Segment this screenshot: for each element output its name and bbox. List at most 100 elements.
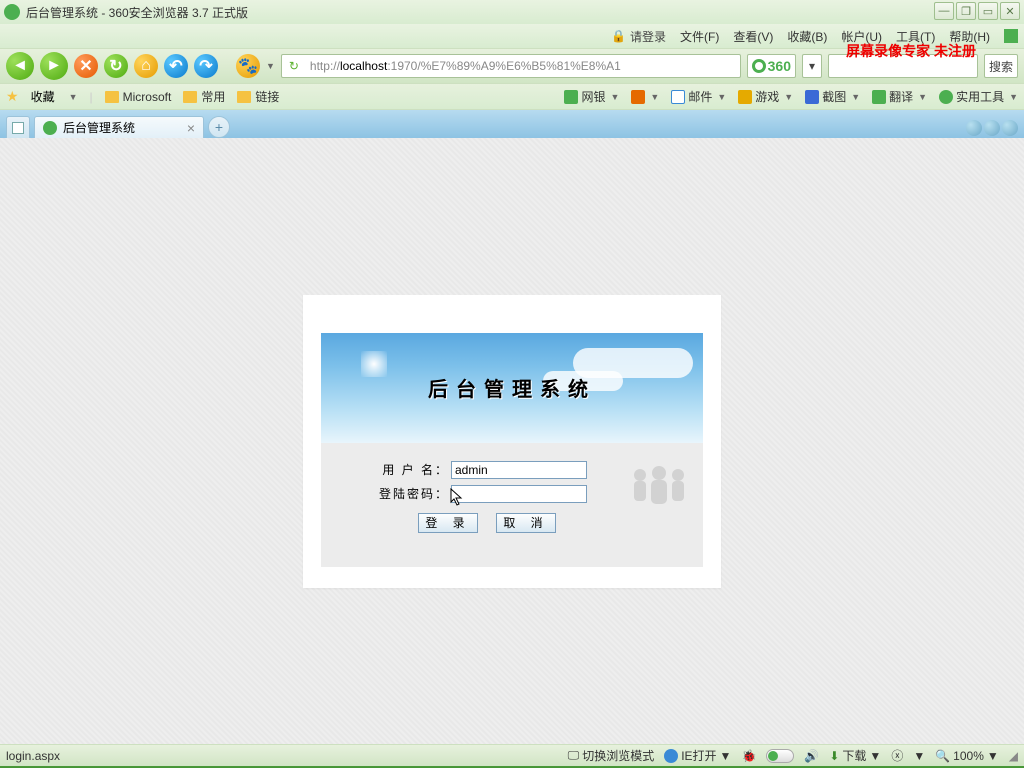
url-prefix: http://: [310, 59, 340, 73]
username-input[interactable]: [451, 461, 587, 479]
url-text[interactable]: http://localhost:1970/%E7%89%A9%E6%B5%81…: [306, 59, 740, 73]
ie-icon: [664, 749, 678, 763]
redo-button[interactable]: ↷: [194, 54, 218, 78]
page-content: 后台管理系统 用 户 名： 登陆密码： 登 录 取 消: [0, 138, 1024, 744]
resize-grip-icon[interactable]: ◢: [1009, 749, 1018, 763]
tool-mail[interactable]: 邮件▼: [671, 88, 726, 105]
home-button[interactable]: ⌂: [134, 54, 158, 78]
search-box[interactable]: [828, 54, 978, 78]
tab-prev-icon[interactable]: [966, 120, 982, 136]
tool-game[interactable]: 游戏▼: [738, 88, 793, 105]
password-input[interactable]: [451, 485, 587, 503]
tool-bank[interactable]: 网银▼: [564, 88, 619, 105]
menu-help[interactable]: 帮助(H): [949, 28, 990, 45]
tab-list-icon[interactable]: [1002, 120, 1018, 136]
window-controls: — ❐ ▭ ✕: [934, 2, 1020, 20]
banner-title: 后台管理系统: [428, 373, 596, 402]
skin-icon[interactable]: [1004, 29, 1018, 43]
menu-favorites[interactable]: 收藏(B): [787, 28, 827, 45]
menu-tools[interactable]: 工具(T): [896, 28, 935, 45]
login-button[interactable]: 登 录: [418, 513, 478, 533]
browser-statusbar: login.aspx 🖵切换浏览模式 IE打开▼ 🐞 🔊 ⬇下载▼ ⓧ ▼ 🔍10…: [0, 744, 1024, 766]
tab-close-icon[interactable]: ×: [187, 120, 195, 136]
bug-icon[interactable]: 🐞: [741, 749, 756, 763]
restore-button[interactable]: ❐: [956, 2, 976, 20]
login-banner: 后台管理系统: [321, 333, 703, 443]
zoom-value: 100%: [953, 749, 984, 763]
plus-icon: [939, 90, 953, 104]
forward-button[interactable]: ►: [40, 52, 68, 80]
favorites-star-icon[interactable]: ★: [6, 88, 19, 105]
tab-favicon: [43, 121, 57, 135]
group-icon: [631, 90, 645, 104]
bookmark-bar: ★ 收藏 ▼ | Microsoft 常用 链接 网银▼ ▼ 邮件▼ 游戏▼ 截…: [0, 84, 1024, 110]
app-icon: [4, 4, 20, 20]
username-label: 用 户 名：: [373, 461, 449, 478]
favorites-label[interactable]: 收藏: [31, 88, 55, 105]
tab-next-icon[interactable]: [984, 120, 1000, 136]
mode-toggle[interactable]: [766, 749, 794, 763]
home-tab[interactable]: [6, 116, 30, 138]
brand-360[interactable]: 360: [747, 54, 796, 78]
password-label: 登陆密码：: [373, 485, 449, 502]
engine-dropdown[interactable]: ▾: [802, 54, 822, 78]
tool-screenshot[interactable]: 截图▼: [805, 88, 860, 105]
login-card: 后台管理系统 用 户 名： 登陆密码： 登 录 取 消: [303, 295, 721, 588]
search-button-label: 搜索: [989, 58, 1013, 75]
paw-button[interactable]: 🐾: [236, 54, 260, 78]
ie-open[interactable]: IE打开▼: [664, 747, 731, 764]
mail-icon: [671, 90, 685, 104]
maximize-button[interactable]: ▭: [978, 2, 998, 20]
back-button[interactable]: ◄: [6, 52, 34, 80]
switch-mode[interactable]: 🖵切换浏览模式: [568, 747, 655, 764]
chevron-down-icon: ▼: [720, 749, 732, 763]
login-form: 用 户 名： 登陆密码： 登 录 取 消: [321, 443, 703, 567]
tab-active[interactable]: 后台管理系统 ×: [34, 116, 204, 138]
status-text: login.aspx: [6, 749, 60, 763]
paw-dropdown-icon[interactable]: ▼: [266, 61, 275, 71]
shield-icon: [564, 90, 578, 104]
stop-button[interactable]: ✕: [74, 54, 98, 78]
minimize-button[interactable]: —: [934, 2, 954, 20]
window-titlebar: 后台管理系统 - 360安全浏览器 3.7 正式版 — ❐ ▭ ✕: [0, 0, 1024, 24]
login-prompt[interactable]: 🔒 请登录: [611, 28, 666, 45]
monitor-icon: 🖵: [568, 748, 580, 763]
tab-title: 后台管理系统: [63, 119, 135, 136]
cancel-button[interactable]: 取 消: [496, 513, 556, 533]
favorites-dropdown-icon[interactable]: ▼: [69, 92, 78, 102]
reload-icon[interactable]: ↻: [284, 56, 304, 76]
translate-icon: [872, 90, 886, 104]
brand-360-icon: [752, 59, 766, 73]
tool-utilities[interactable]: 实用工具▼: [939, 88, 1018, 105]
download[interactable]: ⬇下载▼: [829, 747, 881, 764]
refresh-button[interactable]: ↻: [104, 54, 128, 78]
folder-microsoft[interactable]: Microsoft: [105, 90, 172, 104]
undo-button[interactable]: ↶: [164, 54, 188, 78]
tool-group[interactable]: ▼: [631, 90, 659, 104]
menu-file[interactable]: 文件(F): [680, 28, 719, 45]
menu-account[interactable]: 帐户(U): [841, 28, 882, 45]
people-illustration: [625, 463, 693, 513]
url-host: localhost: [340, 59, 387, 73]
block-icon[interactable]: ⓧ: [891, 747, 903, 764]
search-button[interactable]: 搜索: [984, 54, 1018, 78]
zoom-control[interactable]: 🔍100%▼: [935, 749, 999, 763]
folder-common[interactable]: 常用: [183, 88, 225, 105]
folder-icon: [183, 91, 197, 103]
folder-icon: [105, 91, 119, 103]
sound-icon[interactable]: 🔊: [804, 749, 819, 763]
new-tab-button[interactable]: +: [208, 116, 230, 138]
menu-view[interactable]: 查看(V): [733, 28, 773, 45]
window-title: 后台管理系统 - 360安全浏览器 3.7 正式版: [26, 4, 248, 21]
screenshot-icon: [805, 90, 819, 104]
address-bar[interactable]: ↻ http://localhost:1970/%E7%89%A9%E6%B5%…: [281, 54, 741, 78]
game-icon: [738, 90, 752, 104]
close-button[interactable]: ✕: [1000, 2, 1020, 20]
lock-icon: 🔒: [611, 29, 626, 43]
tool-translate[interactable]: 翻译▼: [872, 88, 927, 105]
zoom-icon: 🔍: [935, 749, 950, 763]
tab-bar: 后台管理系统 × +: [0, 110, 1024, 138]
tab-nav-right: [966, 120, 1018, 138]
folder-links[interactable]: 链接: [237, 88, 279, 105]
nav-toolbar: ◄ ► ✕ ↻ ⌂ ↶ ↷ 🐾 ▼ ↻ http://localhost:197…: [0, 48, 1024, 84]
